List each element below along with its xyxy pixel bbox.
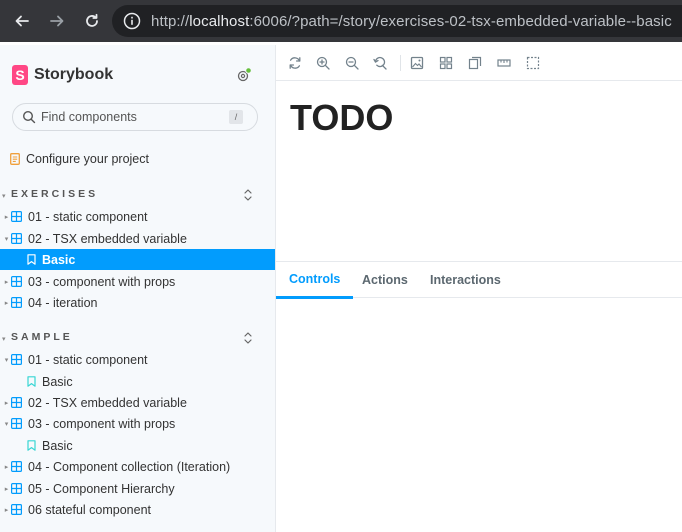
brand-name: Storybook <box>34 66 114 83</box>
collapse-caret-icon: ▾ <box>2 336 6 343</box>
sidebar-item-exercises-03[interactable]: ▸ 03 - component with props <box>0 271 275 292</box>
component-icon <box>11 483 22 494</box>
bookmark-icon <box>27 440 36 451</box>
component-icon <box>11 211 22 222</box>
story-heading: TODO <box>290 97 394 138</box>
item-label: 05 - Component Hierarchy <box>28 481 175 496</box>
back-arrow-icon[interactable] <box>9 8 35 34</box>
item-label: 02 - TSX embedded variable <box>28 395 187 410</box>
forward-arrow-icon[interactable] <box>44 8 70 34</box>
sidebar-item-sample-02[interactable]: ▸ 02 - TSX embedded variable <box>0 392 275 413</box>
document-icon <box>10 153 20 165</box>
zoom-in-icon[interactable] <box>316 56 330 70</box>
component-icon <box>11 354 22 365</box>
collapsed-caret-icon: ▸ <box>4 399 9 407</box>
bookmark-icon <box>27 376 36 387</box>
expanded-caret-icon: ▾ <box>4 235 9 243</box>
item-label: 01 - static component <box>28 209 148 224</box>
section-title: EXERCISES <box>11 188 99 200</box>
addons-panel: Controls Actions Interactions <box>276 261 682 532</box>
sidebar-item-sample-05[interactable]: ▸ 05 - Component Hierarchy <box>0 478 275 499</box>
sidebar-item-exercises-01[interactable]: ▸ 01 - static component <box>0 206 275 227</box>
collapsed-caret-icon: ▸ <box>4 506 9 514</box>
toolbar-divider <box>400 55 401 71</box>
expand-collapse-icon[interactable] <box>242 331 254 345</box>
url-text[interactable]: http://localhost:6006/?path=/story/exerc… <box>151 13 672 30</box>
zoom-out-icon[interactable] <box>345 56 359 70</box>
component-icon <box>11 276 22 287</box>
item-label: 02 - TSX embedded variable <box>28 231 187 246</box>
item-label: 03 - component with props <box>28 274 176 289</box>
configure-project-link[interactable]: Configure your project <box>10 152 149 166</box>
component-icon <box>11 397 22 408</box>
section-title: SAMPLE <box>11 331 73 343</box>
tab-controls[interactable]: Controls <box>276 262 354 299</box>
component-icon <box>11 233 22 244</box>
addons-tabs: Controls Actions Interactions <box>276 262 682 299</box>
story-canvas: TODO <box>276 81 682 261</box>
collapsed-caret-icon: ▸ <box>4 278 9 286</box>
remount-icon[interactable] <box>288 56 302 70</box>
browser-toolbar: http://localhost:6006/?path=/story/exerc… <box>0 0 682 42</box>
component-icon <box>11 418 22 429</box>
component-icon <box>11 504 22 515</box>
sidebar-item-sample-03[interactable]: ▾ 03 - component with props <box>0 413 275 434</box>
tab-actions[interactable]: Actions <box>362 262 408 298</box>
storybook-brand[interactable]: S Storybook <box>12 65 113 85</box>
item-label: 04 - iteration <box>28 295 98 310</box>
sidebar-item-sample-06[interactable]: ▸ 06 stateful component <box>0 499 275 520</box>
expanded-caret-icon: ▾ <box>4 356 9 364</box>
item-label: Basic <box>42 252 76 267</box>
collapsed-caret-icon: ▸ <box>4 485 9 493</box>
section-header-sample[interactable]: ▾ SAMPLE <box>2 329 73 345</box>
search-shortcut-badge: / <box>229 110 243 124</box>
sidebar-item-sample-04[interactable]: ▸ 04 - Component collection (Iteration) <box>0 456 275 477</box>
component-icon <box>11 461 22 472</box>
search-input[interactable] <box>41 110 221 124</box>
preview-toolbar <box>276 45 682 81</box>
configure-label: Configure your project <box>26 152 149 166</box>
item-label: 04 - Component collection (Iteration) <box>28 459 231 474</box>
collapsed-caret-icon: ▸ <box>4 213 9 221</box>
tab-interactions[interactable]: Interactions <box>430 262 501 298</box>
item-label: 06 stateful component <box>28 502 151 517</box>
collapse-caret-icon: ▾ <box>2 193 6 200</box>
item-label: Basic <box>42 374 73 389</box>
address-bar[interactable]: http://localhost:6006/?path=/story/exerc… <box>112 5 682 37</box>
outline-icon[interactable] <box>526 56 540 70</box>
expand-collapse-icon[interactable] <box>242 188 254 202</box>
sidebar-item-exercises-02[interactable]: ▾ 02 - TSX embedded variable <box>0 228 275 249</box>
reload-icon[interactable] <box>79 8 105 34</box>
sidebar-item-sample-03-basic[interactable]: Basic <box>0 435 275 456</box>
component-icon <box>11 297 22 308</box>
grid-icon[interactable] <box>439 56 453 70</box>
sidebar-item-exercises-04[interactable]: ▸ 04 - iteration <box>0 292 275 313</box>
background-image-icon[interactable] <box>410 56 424 70</box>
storybook-logo-icon: S <box>12 65 28 85</box>
bookmark-icon <box>27 254 36 265</box>
item-label: Basic <box>42 438 73 453</box>
sidebar-item-sample-01-basic[interactable]: Basic <box>0 371 275 392</box>
collapsed-caret-icon: ▸ <box>4 299 9 307</box>
site-info-icon[interactable] <box>122 11 142 31</box>
settings-gear-icon[interactable] <box>236 67 252 83</box>
measure-ruler-icon[interactable] <box>497 56 511 70</box>
item-label: 01 - static component <box>28 352 148 367</box>
item-label: 03 - component with props <box>28 416 176 431</box>
zoom-reset-icon[interactable] <box>373 56 387 70</box>
sidebar-item-sample-01[interactable]: ▾ 01 - static component <box>0 349 275 370</box>
search-icon <box>22 110 36 124</box>
section-header-exercises[interactable]: ▾ EXERCISES <box>2 186 98 202</box>
collapsed-caret-icon: ▸ <box>4 463 9 471</box>
viewport-icon[interactable] <box>468 56 482 70</box>
expanded-caret-icon: ▾ <box>4 420 9 428</box>
sidebar: S Storybook / Configure your project ▾ E… <box>0 45 276 532</box>
sidebar-item-exercises-02-basic[interactable]: Basic <box>0 249 275 270</box>
search-box[interactable]: / <box>12 103 258 131</box>
